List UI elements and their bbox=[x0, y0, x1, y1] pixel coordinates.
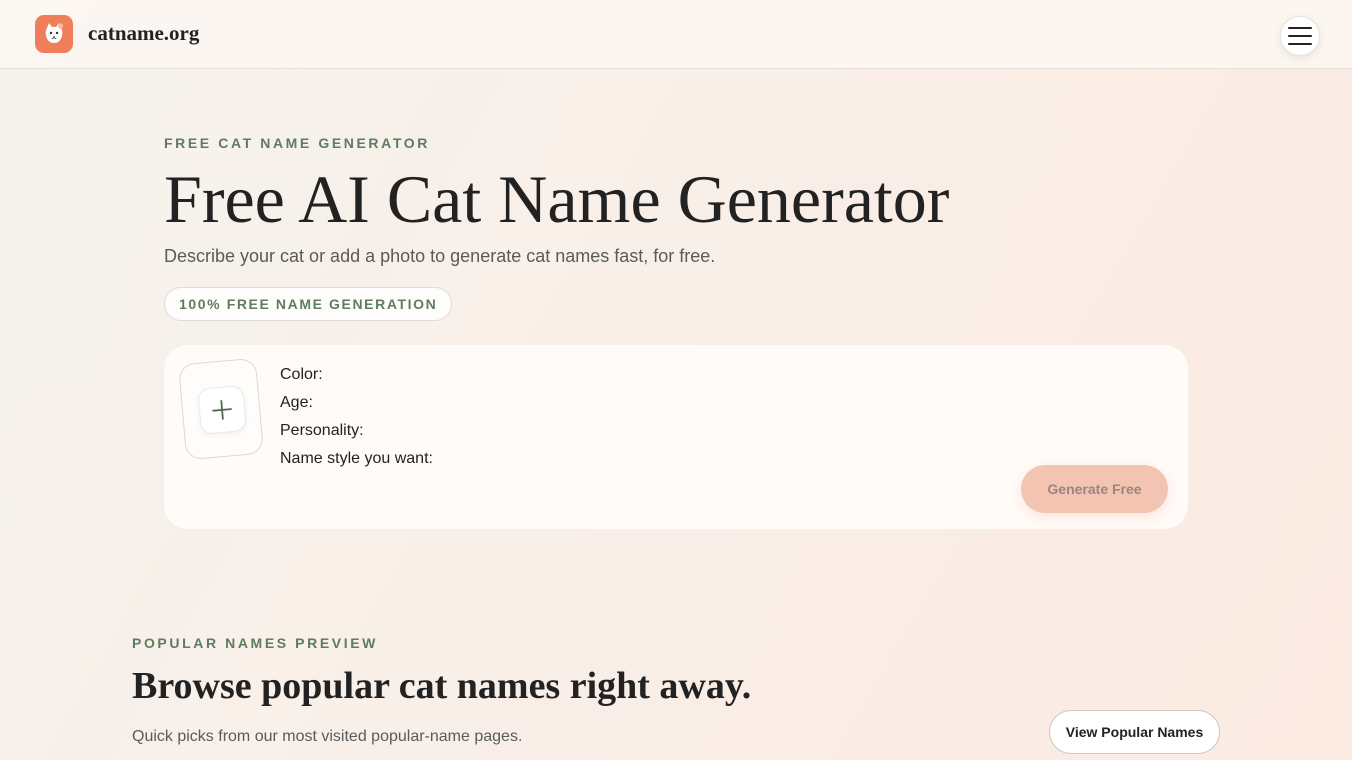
generator-card: Color: Age: Personality: Name style you … bbox=[164, 345, 1188, 529]
brand-name[interactable]: catname.org bbox=[88, 21, 199, 46]
description-input[interactable]: Color: Age: Personality: Name style you … bbox=[280, 365, 433, 477]
view-popular-names-button[interactable]: View Popular Names bbox=[1049, 710, 1220, 754]
generate-button[interactable]: Generate Free bbox=[1021, 465, 1168, 513]
field-personality-label[interactable]: Personality: bbox=[280, 421, 433, 449]
field-name-style-label[interactable]: Name style you want: bbox=[280, 449, 433, 477]
popular-subtitle: Quick picks from our most visited popula… bbox=[132, 728, 523, 745]
hamburger-menu-icon[interactable] bbox=[1280, 16, 1320, 56]
site-header: catname.org bbox=[0, 0, 1352, 69]
popular-title: Browse popular cat names right away. bbox=[132, 665, 752, 707]
cat-face-icon[interactable] bbox=[35, 15, 73, 53]
field-age-label[interactable]: Age: bbox=[280, 393, 433, 421]
hero-eyebrow: FREE CAT NAME GENERATOR bbox=[164, 135, 430, 151]
page-title: Free AI Cat Name Generator bbox=[164, 161, 950, 237]
photo-upload[interactable] bbox=[177, 357, 265, 461]
free-badge: 100% FREE NAME GENERATION bbox=[164, 287, 453, 321]
popular-eyebrow: POPULAR NAMES PREVIEW bbox=[132, 635, 378, 651]
field-color-label[interactable]: Color: bbox=[280, 365, 433, 393]
plus-icon[interactable] bbox=[197, 384, 248, 435]
hero-subtitle: Describe your cat or add a photo to gene… bbox=[164, 246, 716, 266]
